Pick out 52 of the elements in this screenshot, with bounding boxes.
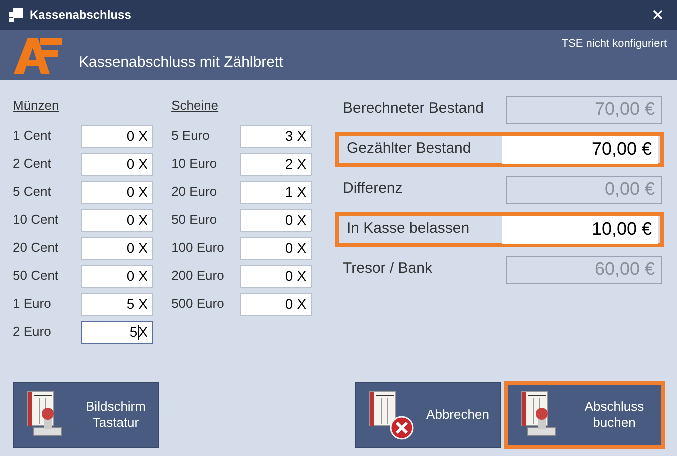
logo-icon — [14, 36, 64, 76]
dialog-title: Kassenabschluss mit Zählbrett — [79, 52, 284, 72]
amount-field: 70,00 € — [506, 96, 662, 124]
denomination-label: 100 Euro — [172, 239, 226, 258]
amount-field: 0,00 € — [506, 176, 662, 204]
count-field[interactable]: 0 X — [240, 236, 312, 260]
count-field[interactable]: 5X — [81, 320, 153, 344]
denomination-label: 5 Cent — [13, 183, 52, 202]
count-field[interactable]: 0 X — [240, 264, 312, 288]
denomination-label: 20 Cent — [13, 239, 60, 258]
total-label: Tresor / Bank — [343, 259, 434, 280]
action-button[interactable]: Abschluss buchen — [505, 382, 664, 448]
count-field[interactable]: 0 X — [81, 236, 153, 260]
denomination-label: 500 Euro — [172, 295, 226, 314]
app-icon — [8, 7, 24, 23]
count-field[interactable]: 0 X — [81, 152, 153, 176]
action-button[interactable]: Bildschirm Tastatur — [13, 382, 159, 448]
count-field[interactable]: 0 X — [81, 180, 153, 204]
column-heading: Münzen — [13, 97, 60, 115]
close-icon[interactable] — [653, 10, 663, 20]
denomination-label: 50 Cent — [13, 267, 60, 286]
total-label: In Kasse belassen — [347, 219, 471, 240]
count-field[interactable]: 2 X — [240, 152, 312, 176]
total-label: Berechneter Bestand — [343, 99, 485, 120]
denomination-label: 1 Euro — [13, 295, 52, 314]
count-field[interactable]: 1 X — [240, 180, 312, 204]
denomination-label: 20 Euro — [172, 183, 218, 202]
action-button[interactable]: Abbrechen — [355, 382, 501, 448]
count-field[interactable]: 0 X — [240, 208, 312, 232]
window-title: Kassenabschluss — [30, 7, 132, 24]
count-field[interactable]: 5 X — [81, 292, 153, 316]
total-label: Differenz — [343, 179, 404, 200]
tse-status: TSE nicht konfiguriert — [562, 37, 667, 52]
amount-field: 60,00 € — [506, 256, 662, 284]
denomination-label: 200 Euro — [172, 267, 226, 286]
count-field[interactable]: 0 X — [81, 124, 153, 148]
total-label: Gezählter Bestand — [347, 139, 472, 160]
count-field[interactable]: 3 X — [240, 124, 312, 148]
cancel-icon — [368, 390, 416, 440]
denomination-label: 10 Euro — [172, 155, 218, 174]
denomination-label: 2 Euro — [13, 323, 52, 342]
denomination-label: 5 Euro — [172, 127, 211, 146]
denomination-label: 10 Cent — [13, 211, 60, 230]
amount-field[interactable]: 10,00 € — [502, 216, 658, 244]
count-field[interactable]: 0 X — [81, 264, 153, 288]
count-field[interactable]: 0 X — [81, 208, 153, 232]
count-field[interactable]: 0 X — [240, 292, 312, 316]
denomination-label: 2 Cent — [13, 155, 52, 174]
denomination-label: 1 Cent — [13, 127, 52, 146]
column-heading: Scheine — [172, 97, 220, 115]
amount-field[interactable]: 70,00 € — [502, 136, 658, 164]
denomination-label: 50 Euro — [172, 211, 218, 230]
